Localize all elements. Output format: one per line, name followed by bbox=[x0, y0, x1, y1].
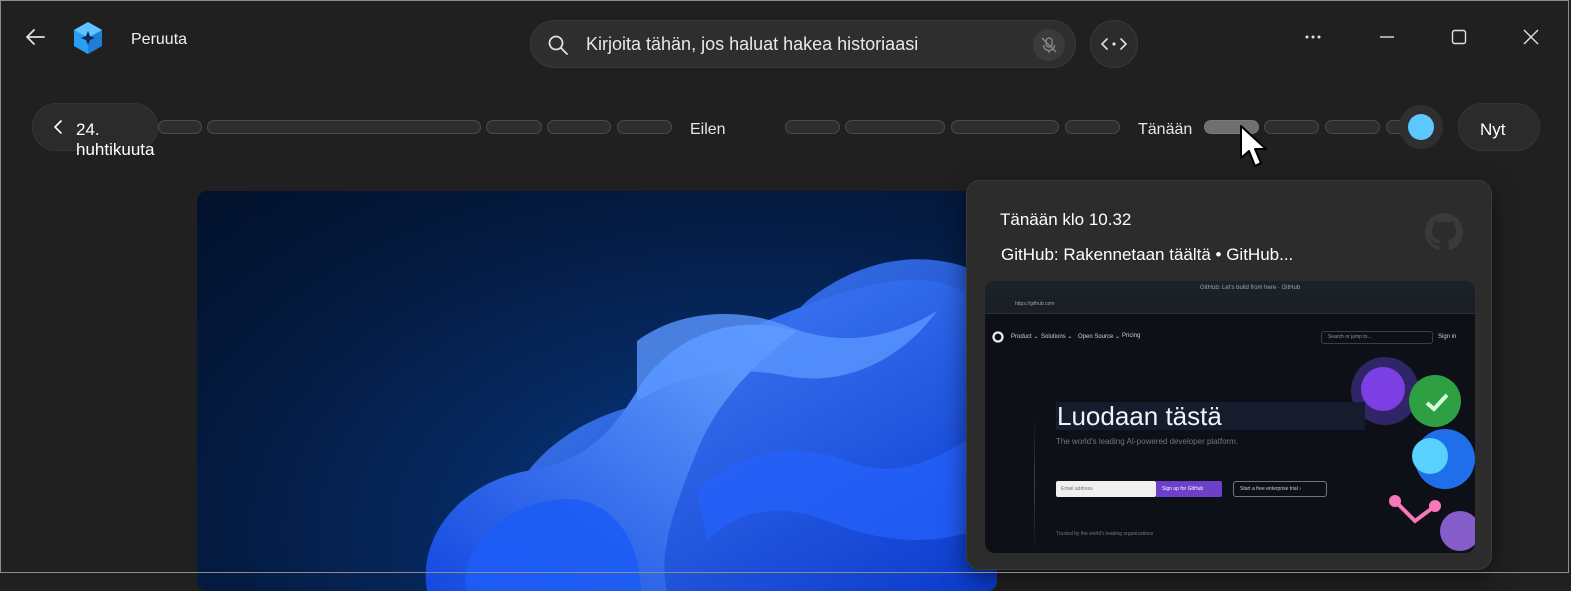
app-title: Peruuta bbox=[131, 31, 188, 48]
date-back-button[interactable]: 24. huhtikuuta bbox=[32, 103, 158, 159]
now-button[interactable]: Nyt bbox=[1458, 103, 1540, 151]
card-title: GitHub: Rakennetaan täältä • GitHub... bbox=[1001, 245, 1294, 264]
thumb-subtitle: The world's leading AI-powered developer… bbox=[1056, 437, 1239, 446]
thumb-search-text: Search or jump to... bbox=[1328, 334, 1372, 340]
timeline-segment[interactable] bbox=[1264, 120, 1319, 134]
thumb-hero-illustration bbox=[1351, 357, 1475, 551]
timeline-segment[interactable] bbox=[617, 120, 672, 134]
code-button[interactable] bbox=[1090, 20, 1138, 68]
thumb-url: https://github.com bbox=[1015, 301, 1055, 307]
thumb-nav-open-source: Open Source ⌄ bbox=[1078, 334, 1121, 340]
timeline-segment[interactable] bbox=[845, 120, 945, 134]
thumb-url-bar bbox=[985, 297, 1475, 314]
thumb-trusted-text: Trusted by the world's leading organizat… bbox=[1056, 531, 1154, 537]
more-button[interactable] bbox=[1298, 22, 1328, 52]
back-arrow-icon bbox=[26, 29, 45, 45]
mic-button[interactable] bbox=[1033, 29, 1065, 61]
timeline-segment[interactable] bbox=[207, 120, 481, 134]
close-icon bbox=[1523, 29, 1539, 45]
thumb-hero-text: Luodaan tästä bbox=[1057, 401, 1222, 431]
thumb-nav-solutions: Solutions ⌄ bbox=[1041, 334, 1073, 340]
thumb-timeline-line bbox=[1034, 416, 1035, 553]
card-timestamp: Tänään klo 10.32 bbox=[1000, 210, 1132, 229]
thumb-nav-pricing: Pricing bbox=[1122, 333, 1141, 339]
card-thumbnail: GitHub: Let's build from here · GitHub h… bbox=[985, 281, 1475, 553]
thumb-tab-title: GitHub: Let's build from here · GitHub bbox=[1200, 285, 1301, 291]
code-icon bbox=[1101, 38, 1127, 50]
more-icon bbox=[1305, 35, 1321, 39]
minimize-icon bbox=[1380, 36, 1394, 38]
search-input[interactable]: Kirjoita tähän, jos haluat hakea histori… bbox=[586, 34, 918, 55]
search-icon bbox=[548, 35, 568, 55]
mic-off-icon bbox=[1041, 37, 1057, 53]
back-button[interactable] bbox=[20, 22, 50, 52]
date-label: 24. huhtikuuta bbox=[76, 120, 155, 159]
timeline-segment[interactable] bbox=[158, 120, 202, 134]
timeline-segment[interactable] bbox=[1065, 120, 1120, 134]
timeline-segment[interactable] bbox=[1325, 120, 1380, 134]
maximize-button[interactable] bbox=[1444, 22, 1474, 52]
now-label: Nyt bbox=[1480, 120, 1506, 139]
timeline-current-marker[interactable] bbox=[1408, 114, 1434, 140]
thumb-github-logo-icon bbox=[992, 331, 1004, 343]
thumb-signup-label: Sign up for GitHub bbox=[1162, 486, 1204, 492]
thumb-trial-label: Start a free enterprise trial › bbox=[1240, 486, 1301, 492]
thumb-email-placeholder: Email address bbox=[1061, 486, 1093, 492]
recall-logo-icon bbox=[70, 20, 106, 56]
thumb-sign-in: Sign in bbox=[1438, 334, 1457, 340]
minimize-button[interactable] bbox=[1372, 22, 1402, 52]
timeline-segment[interactable] bbox=[547, 120, 611, 134]
mouse-cursor-icon bbox=[1240, 125, 1267, 167]
snapshot-preview[interactable] bbox=[197, 191, 997, 591]
wallpaper-bloom-image bbox=[425, 259, 997, 591]
timeline-label-yesterday: Eilen bbox=[690, 121, 726, 138]
maximize-icon bbox=[1451, 29, 1467, 45]
timeline-segment[interactable] bbox=[486, 120, 542, 134]
snapshot-tooltip-card[interactable]: Tänään klo 10.32 GitHub: Rakennetaan tää… bbox=[966, 180, 1492, 570]
timeline-segment[interactable] bbox=[951, 120, 1059, 134]
close-button[interactable] bbox=[1516, 22, 1546, 52]
thumb-nav-product: Product ⌄ bbox=[1011, 334, 1039, 340]
github-icon bbox=[1425, 213, 1463, 251]
timeline-segment[interactable] bbox=[785, 120, 840, 134]
search-box[interactable]: Kirjoita tähän, jos haluat hakea histori… bbox=[530, 20, 1076, 68]
chevron-left-icon bbox=[53, 120, 62, 134]
timeline-label-today: Tänään bbox=[1138, 121, 1193, 138]
